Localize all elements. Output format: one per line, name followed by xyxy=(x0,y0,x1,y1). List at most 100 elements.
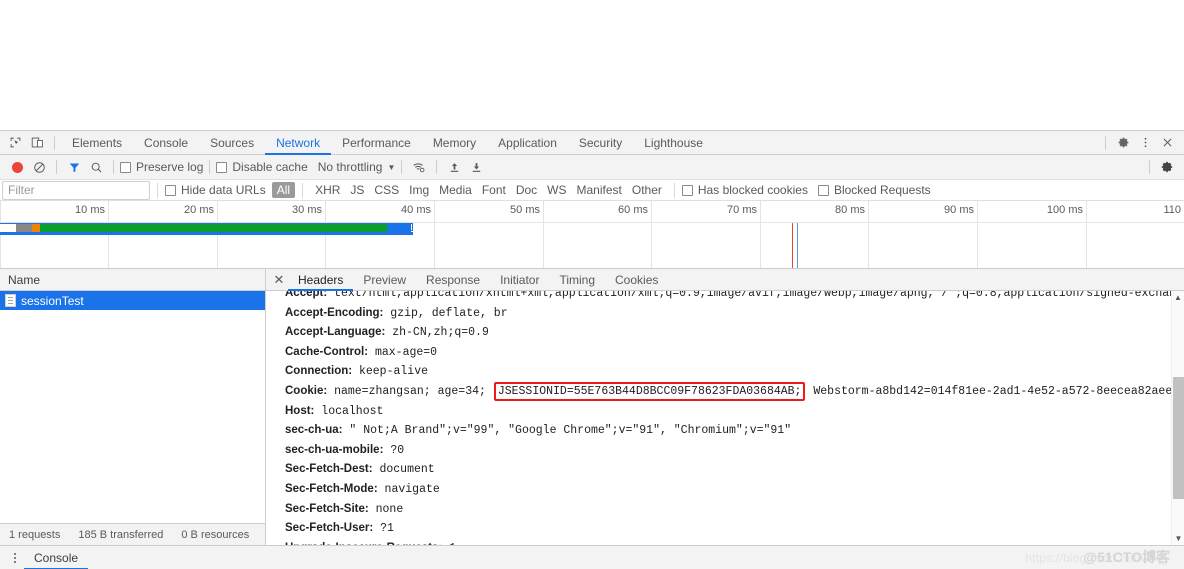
table-row[interactable]: sessionTest xyxy=(0,291,265,310)
jsessionid-highlight: JSESSIONID=55E763B44D8BCC09F78623FDA0368… xyxy=(493,381,806,401)
header-name: Cookie: xyxy=(285,384,328,397)
timeline-tick-label: 30 ms xyxy=(292,204,322,216)
header-name: sec-ch-ua-mobile: xyxy=(285,443,384,456)
request-list-header: Name xyxy=(0,269,265,291)
filter-type-css[interactable]: CSS xyxy=(369,182,404,198)
preserve-log-box[interactable] xyxy=(120,161,131,173)
header-name: Accept-Encoding: xyxy=(285,306,384,319)
search-icon[interactable] xyxy=(85,156,107,178)
timeline-tick: 60 ms xyxy=(618,201,652,268)
throttling-value: No throttling xyxy=(317,160,383,174)
header-value: " Not;A Brand";v="99", "Google Chrome";v… xyxy=(342,424,792,438)
network-split-view: Name sessionTest 1 requests 185 B transf… xyxy=(0,269,1184,545)
preserve-log-checkbox[interactable]: Preserve log xyxy=(120,160,203,174)
watermark-overlay: @51CTO博客 xyxy=(1083,549,1170,565)
console-drawer: Console https://blog.csdn.net/wei_ @51CT… xyxy=(0,545,1184,569)
network-conditions-icon[interactable] xyxy=(408,156,430,178)
network-settings-gear-icon[interactable] xyxy=(1156,156,1178,178)
throttling-dropdown[interactable]: No throttling ▼ xyxy=(318,160,396,174)
filter-type-media[interactable]: Media xyxy=(434,182,477,198)
headers-scrollbar[interactable]: ▲ ▼ xyxy=(1171,291,1184,545)
more-options-icon[interactable] xyxy=(6,552,24,563)
tab-headers[interactable]: Headers xyxy=(288,269,353,291)
filter-divider-1 xyxy=(157,182,158,198)
disable-cache-checkbox[interactable]: Disable cache xyxy=(216,160,308,174)
hide-data-urls-box[interactable] xyxy=(165,184,176,196)
export-har-icon[interactable] xyxy=(465,156,487,178)
tab-network[interactable]: Network xyxy=(265,131,331,155)
header-value: none xyxy=(368,502,404,516)
network-status-bar: 1 requests 185 B transferred 0 B resourc… xyxy=(0,523,285,545)
close-detail-icon[interactable]: ✕ xyxy=(270,272,288,288)
scrollbar-thumb[interactable] xyxy=(1173,377,1184,499)
cookie-value-before: name=zhangsan; age=34; xyxy=(327,384,493,398)
filter-input[interactable] xyxy=(2,180,150,200)
tab-console[interactable]: Console xyxy=(133,131,199,155)
filter-icon[interactable] xyxy=(63,156,85,178)
network-overview-timeline[interactable]: 10 ms 20 ms 30 ms 40 ms 50 ms 60 ms 70 m… xyxy=(0,201,1184,269)
disable-cache-box[interactable] xyxy=(216,161,228,173)
scroll-up-arrow[interactable]: ▲ xyxy=(1172,291,1184,304)
header-value: ?0 xyxy=(383,443,405,457)
filter-divider-2 xyxy=(302,182,304,198)
drawer-tab-console[interactable]: Console xyxy=(24,546,88,569)
filter-type-xhr[interactable]: XHR xyxy=(310,182,345,198)
cookie-value-after: Webstorm-a8bd142=014f81ee-2ad1-4e52-a572… xyxy=(806,384,1180,398)
header-row: Accept-Language: zh-CN,zh;q=0.9 xyxy=(285,323,1184,343)
tab-memory[interactable]: Memory xyxy=(422,131,487,155)
tabstrip-actions xyxy=(1099,132,1184,154)
import-har-icon[interactable] xyxy=(443,156,465,178)
timeline-tick: 50 ms xyxy=(510,201,544,268)
preserve-log-label: Preserve log xyxy=(136,160,204,174)
filter-type-font[interactable]: Font xyxy=(477,182,511,198)
header-value: zh-CN,zh;q=0.9 xyxy=(385,326,489,340)
filter-type-manifest[interactable]: Manifest xyxy=(572,182,627,198)
header-value: localhost xyxy=(314,404,384,418)
tab-security[interactable]: Security xyxy=(568,131,633,155)
header-name: Sec-Fetch-Site: xyxy=(285,502,369,515)
settings-gear-icon[interactable] xyxy=(1112,132,1134,154)
header-row: sec-ch-ua: " Not;A Brand";v="99", "Googl… xyxy=(285,421,1184,441)
filter-type-ws[interactable]: WS xyxy=(542,182,571,198)
status-transferred: 185 B transferred xyxy=(78,528,164,541)
timeline-tick-label: 60 ms xyxy=(618,204,648,216)
scroll-down-arrow[interactable]: ▼ xyxy=(1172,532,1184,545)
timeline-tick-label: 110 xyxy=(1163,204,1181,216)
more-options-icon[interactable] xyxy=(1134,132,1156,154)
blocked-requests-label: Blocked Requests xyxy=(833,183,931,197)
device-toggle-icon[interactable] xyxy=(26,132,48,154)
watermark-url: https://blog.csdn.net/wei_ xyxy=(1025,551,1166,565)
tab-application[interactable]: Application xyxy=(487,131,568,155)
toolbar-divider-5 xyxy=(436,160,438,174)
tab-lighthouse[interactable]: Lighthouse xyxy=(633,131,714,155)
record-button[interactable] xyxy=(6,156,28,178)
timeline-tick-label: 20 ms xyxy=(184,204,214,216)
header-value: keep-alive xyxy=(352,365,428,379)
tab-timing[interactable]: Timing xyxy=(549,269,605,291)
inspect-icon[interactable] xyxy=(4,132,26,154)
clear-button[interactable] xyxy=(28,156,50,178)
filter-type-js[interactable]: JS xyxy=(345,182,369,198)
tab-cookies[interactable]: Cookies xyxy=(605,269,668,291)
tab-preview[interactable]: Preview xyxy=(353,269,416,291)
blocked-requests-box[interactable] xyxy=(817,184,829,196)
header-name: Connection: xyxy=(285,365,353,378)
tab-elements[interactable]: Elements xyxy=(61,131,133,155)
filter-type-other[interactable]: Other xyxy=(627,182,667,198)
filter-type-all[interactable]: All xyxy=(271,182,296,198)
filter-type-img[interactable]: Img xyxy=(404,182,434,198)
has-blocked-cookies-checkbox[interactable]: Has blocked cookies xyxy=(681,183,808,197)
has-blocked-cookies-label: Has blocked cookies xyxy=(697,183,808,197)
tab-sources[interactable]: Sources xyxy=(199,131,265,155)
has-blocked-cookies-box[interactable] xyxy=(681,184,693,196)
filter-type-doc[interactable]: Doc xyxy=(511,182,542,198)
close-icon[interactable] xyxy=(1156,132,1178,154)
blocked-requests-checkbox[interactable]: Blocked Requests xyxy=(817,183,931,197)
timeline-tick-label: 80 ms xyxy=(835,204,865,216)
tab-initiator[interactable]: Initiator xyxy=(490,269,549,291)
hide-data-urls-checkbox[interactable]: Hide data URLs xyxy=(165,183,266,197)
tab-performance[interactable]: Performance xyxy=(331,131,422,155)
status-resources: 0 B resources xyxy=(181,528,250,541)
status-requests-count: 1 requests xyxy=(9,528,61,541)
tab-response[interactable]: Response xyxy=(416,269,490,291)
